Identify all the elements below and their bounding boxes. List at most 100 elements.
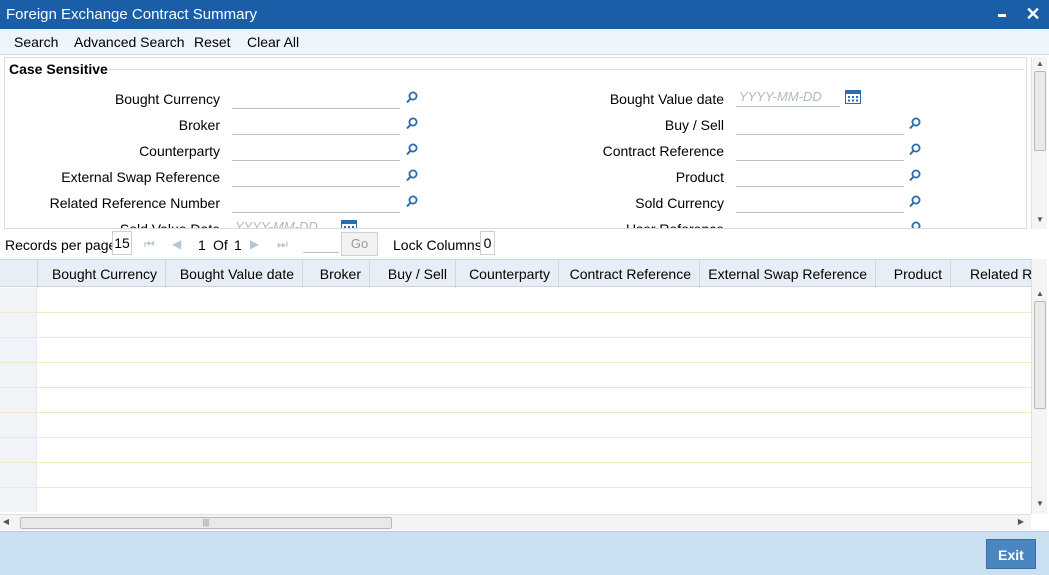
lock-columns-input[interactable]: 0 — [480, 231, 495, 255]
search-panel: Case Sensitive Bought Currency Broker Co… — [4, 57, 1027, 229]
records-per-page-label: Records per page — [5, 237, 117, 253]
sold-value-date-label: Sold Value Date — [119, 221, 220, 229]
buy-sell-label: Buy / Sell — [664, 117, 724, 133]
footer-bar: Exit — [0, 531, 1049, 575]
external-swap-reference-input[interactable] — [232, 167, 400, 187]
grid-scroll-up-icon[interactable]: ▲ — [1032, 289, 1048, 298]
sold-currency-input[interactable] — [736, 193, 904, 213]
sold-value-date-input[interactable]: YYYY-MM-DD — [232, 217, 336, 228]
scroll-right-icon[interactable]: ▶ — [1015, 517, 1027, 526]
product-input[interactable] — [736, 167, 904, 187]
sold-currency-search-icon[interactable] — [909, 195, 921, 208]
of-label: Of — [213, 237, 228, 253]
user-reference-search-icon[interactable] — [909, 221, 921, 229]
table-row[interactable] — [0, 463, 1031, 488]
search-panel-scrollbar[interactable]: ▲ ▼ — [1031, 57, 1047, 229]
bought-value-date-calendar-icon[interactable] — [845, 89, 861, 104]
column-header-bought-currency[interactable]: Bought Currency — [38, 260, 166, 288]
row-select-checkbox[interactable] — [0, 438, 37, 462]
buy-sell-input[interactable] — [736, 115, 904, 135]
table-row[interactable] — [0, 288, 1031, 313]
search-button[interactable]: Search — [14, 34, 58, 50]
row-select-checkbox[interactable] — [0, 488, 37, 512]
go-button[interactable]: Go — [341, 232, 378, 256]
exit-button[interactable]: Exit — [986, 539, 1036, 569]
related-reference-number-search-icon[interactable] — [406, 195, 418, 208]
grid-scroll-down-icon[interactable]: ▼ — [1032, 499, 1048, 508]
last-page-icon[interactable]: ⏭ — [277, 237, 288, 252]
contract-reference-input[interactable] — [736, 141, 904, 161]
grid-scroll-thumb[interactable] — [1034, 301, 1046, 409]
row-select-checkbox[interactable] — [0, 363, 37, 387]
total-pages: 1 — [234, 237, 242, 253]
advanced-search-button[interactable]: Advanced Search — [74, 34, 185, 50]
product-search-icon[interactable] — [909, 169, 921, 182]
sold-currency-label: Sold Currency — [635, 195, 724, 211]
buy-sell-search-icon[interactable] — [909, 117, 921, 130]
sold-value-date-calendar-icon[interactable] — [341, 219, 357, 229]
search-panel-scroll-thumb[interactable] — [1034, 71, 1046, 151]
table-row[interactable] — [0, 413, 1031, 438]
column-header-bought-value-date[interactable]: Bought Value date — [166, 260, 303, 288]
user-reference-label: User Reference — [625, 221, 724, 229]
clear-all-button[interactable]: Clear All — [247, 34, 299, 50]
column-header-related-reference[interactable]: Related R — [951, 260, 1031, 288]
row-select-checkbox[interactable] — [0, 388, 37, 412]
grid-vertical-scrollbar[interactable]: ▲ ▼ — [1031, 259, 1047, 514]
goto-page-input[interactable] — [303, 233, 339, 253]
title-bar: Foreign Exchange Contract Summary ✕ — [0, 0, 1049, 29]
select-all-checkbox[interactable] — [0, 260, 38, 288]
close-icon[interactable]: ✕ — [1023, 4, 1043, 24]
column-header-broker[interactable]: Broker — [303, 260, 370, 288]
grid-header: Bought Currency Bought Value date Broker… — [0, 259, 1031, 288]
lock-columns-label: Lock Columns — [393, 237, 482, 253]
previous-page-icon[interactable]: ◀ — [172, 237, 181, 251]
related-reference-number-input[interactable] — [232, 193, 400, 213]
column-header-contract-reference[interactable]: Contract Reference — [559, 260, 700, 288]
next-page-icon[interactable]: ▶ — [250, 237, 259, 251]
broker-label: Broker — [178, 117, 220, 133]
minimize-icon[interactable] — [992, 4, 1012, 24]
scroll-down-icon[interactable]: ▼ — [1032, 215, 1048, 224]
broker-input[interactable] — [232, 115, 400, 135]
row-select-checkbox[interactable] — [0, 463, 37, 487]
bought-value-date-label: Bought Value date — [609, 91, 724, 107]
column-header-product[interactable]: Product — [876, 260, 951, 288]
counterparty-search-icon[interactable] — [406, 143, 418, 156]
table-row[interactable] — [0, 488, 1031, 512]
first-page-icon[interactable]: ⏮ — [144, 237, 155, 252]
contract-reference-label: Contract Reference — [602, 143, 724, 159]
broker-search-icon[interactable] — [406, 117, 418, 130]
row-select-checkbox[interactable] — [0, 313, 37, 337]
scroll-up-icon[interactable]: ▲ — [1032, 59, 1048, 68]
grid-horizontal-scroll-thumb[interactable]: ||| — [20, 517, 392, 529]
bought-value-date-input[interactable]: YYYY-MM-DD — [736, 87, 840, 107]
pagination-bar: Records per page 15 ⏮ ◀ 1 Of 1 ▶ ⏭ Go Lo… — [0, 231, 1049, 257]
table-row[interactable] — [0, 338, 1031, 363]
reset-button[interactable]: Reset — [194, 34, 231, 50]
external-swap-reference-label: External Swap Reference — [61, 169, 220, 185]
legend-divider — [109, 69, 1024, 70]
counterparty-input[interactable] — [232, 141, 400, 161]
column-header-counterparty[interactable]: Counterparty — [456, 260, 559, 288]
column-header-buy-sell[interactable]: Buy / Sell — [370, 260, 456, 288]
product-label: Product — [675, 169, 724, 185]
table-row[interactable] — [0, 363, 1031, 388]
counterparty-label: Counterparty — [139, 143, 220, 159]
scroll-left-icon[interactable]: ◀ — [0, 517, 12, 526]
records-per-page-input[interactable]: 15 — [112, 231, 132, 255]
contract-reference-search-icon[interactable] — [909, 143, 921, 156]
table-row[interactable] — [0, 388, 1031, 413]
column-header-external-swap-reference[interactable]: External Swap Reference — [700, 260, 876, 288]
user-reference-input[interactable] — [736, 219, 904, 228]
row-select-checkbox[interactable] — [0, 288, 37, 312]
row-select-checkbox[interactable] — [0, 413, 37, 437]
grid-horizontal-scrollbar[interactable]: ◀ ||| ▶ — [0, 514, 1031, 530]
row-select-checkbox[interactable] — [0, 338, 37, 362]
results-grid: Bought Currency Bought Value date Broker… — [0, 259, 1031, 512]
bought-currency-search-icon[interactable] — [406, 91, 418, 104]
external-swap-reference-search-icon[interactable] — [406, 169, 418, 182]
table-row[interactable] — [0, 438, 1031, 463]
bought-currency-input[interactable] — [232, 89, 400, 109]
table-row[interactable] — [0, 313, 1031, 338]
